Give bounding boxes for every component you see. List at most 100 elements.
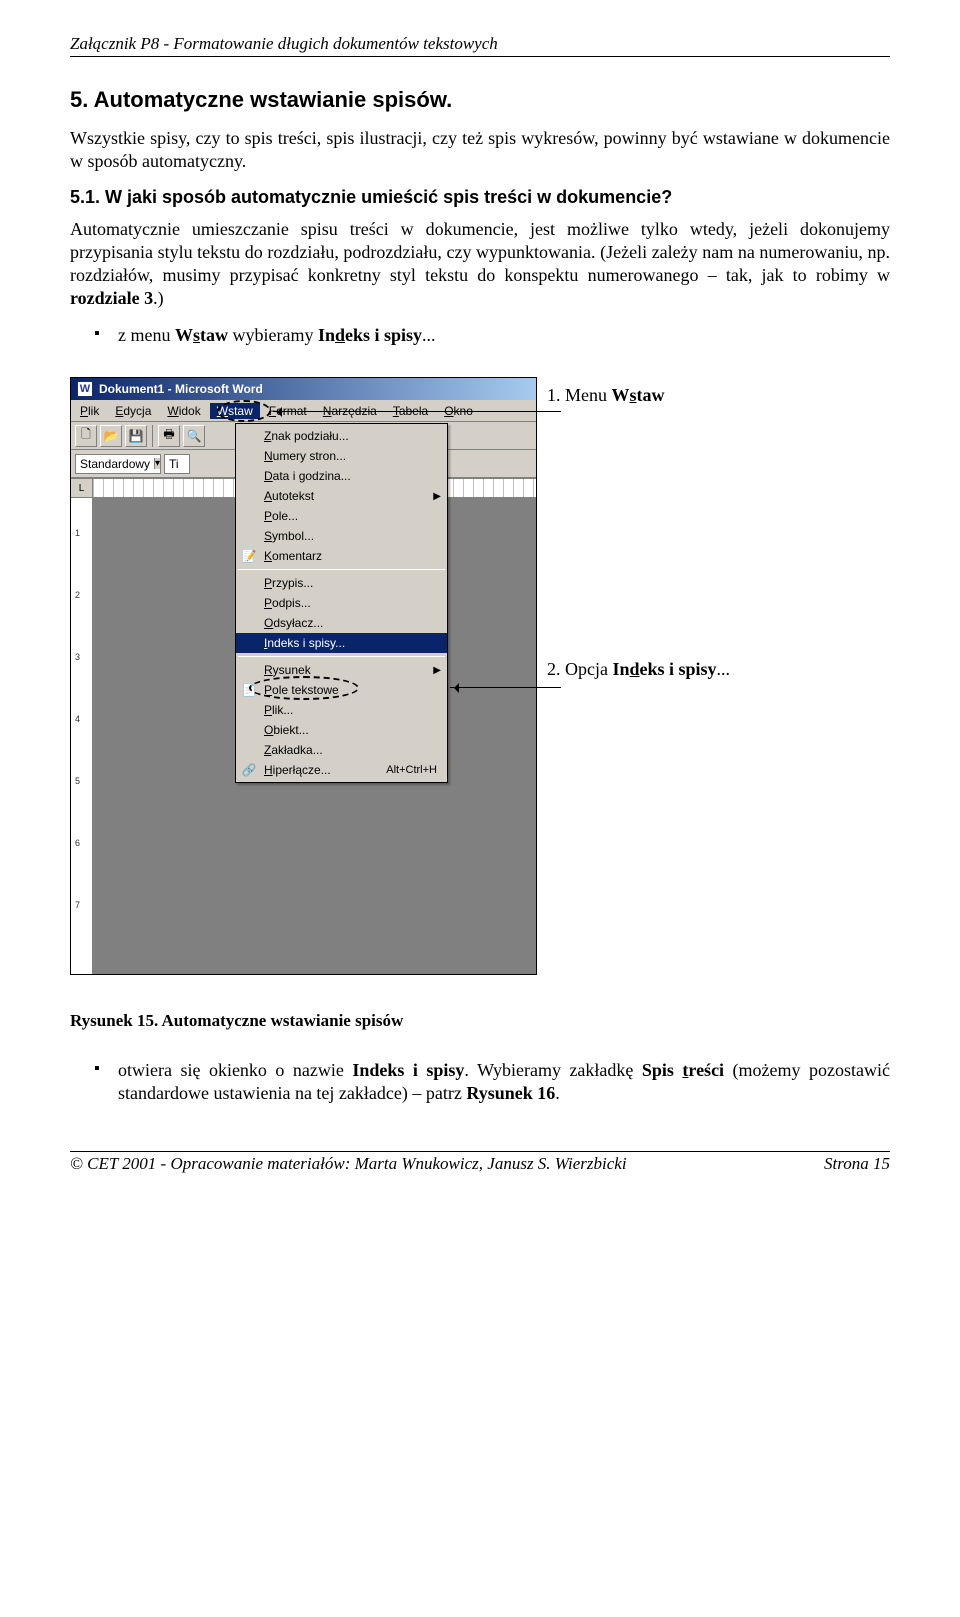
text: Automatycznie umieszczanie spisu treści … xyxy=(70,219,890,285)
menu-item-icon: 📝 xyxy=(240,548,258,564)
menu-item[interactable]: Zakładka... xyxy=(236,740,447,760)
text: reści xyxy=(688,1060,724,1080)
footer-right: Strona 15 xyxy=(824,1154,890,1174)
menu-item[interactable]: Autotekst▶ xyxy=(236,486,447,506)
menu-item-icon xyxy=(240,428,258,444)
combo-value: Standardowy xyxy=(80,457,150,471)
new-icon[interactable]: 🗋 xyxy=(75,425,97,447)
menu-item[interactable]: Plik... xyxy=(236,700,447,720)
ruler-number: 2 xyxy=(75,590,80,600)
menu-item[interactable]: Indeks i spisy... xyxy=(236,633,447,653)
menu-item-label: Odsyłacz... xyxy=(264,616,323,630)
menu-item-icon xyxy=(240,702,258,718)
text: W xyxy=(175,325,193,345)
menu-item[interactable]: 🔗 Hiperłącze... Alt+Ctrl+H xyxy=(236,760,447,780)
menu-item-plik[interactable]: Plik xyxy=(73,403,106,419)
menu-item-label: Rysunek xyxy=(264,663,311,677)
menu-item[interactable]: 📝 Komentarz xyxy=(236,546,447,566)
save-icon[interactable]: 💾 xyxy=(125,425,147,447)
menu-item-icon xyxy=(240,722,258,738)
menu-item[interactable]: Numery stron... xyxy=(236,446,447,466)
menu-item-label: Podpis... xyxy=(264,596,311,610)
menu-item[interactable]: Przypis... xyxy=(236,573,447,593)
text: otwiera się okienko o nazwie xyxy=(118,1060,352,1080)
text: 2. Opcja xyxy=(547,659,612,679)
text: d xyxy=(630,659,640,679)
annotation-label-1: 1. Menu Wstaw xyxy=(547,385,890,407)
titlebar: W Dokument1 - Microsoft Word xyxy=(71,378,536,400)
ruler-number: 7 xyxy=(75,900,80,910)
menu-item[interactable]: Symbol... xyxy=(236,526,447,546)
menu-item[interactable]: Znak podziału... xyxy=(236,426,447,446)
menu-item-label: Komentarz xyxy=(264,549,322,563)
text: eks i spisy xyxy=(640,659,717,679)
menu-separator xyxy=(238,656,445,657)
text: s xyxy=(193,325,200,345)
menu-item-label: Symbol... xyxy=(264,529,314,543)
text-bold: Indeks i spisy xyxy=(352,1060,464,1080)
text: Spis xyxy=(642,1060,683,1080)
menu-item-widok[interactable]: Widok xyxy=(160,403,207,419)
text: W xyxy=(612,385,630,405)
menu-item-label: Autotekst xyxy=(264,489,314,503)
menu-item-label: Obiekt... xyxy=(264,723,309,737)
menu-item-icon xyxy=(240,468,258,484)
menu-item-icon xyxy=(240,488,258,504)
heading-2: 5.1. W jaki sposób automatycznie umieści… xyxy=(70,187,890,208)
menu-item-label: Plik... xyxy=(264,703,293,717)
menu-item-label: Data i godzina... xyxy=(264,469,351,483)
insert-menu-dropdown: Znak podziału...Numery stron... Data i go… xyxy=(235,423,448,783)
menu-item[interactable]: 📄 Pole tekstowe xyxy=(236,680,447,700)
menu-item-icon xyxy=(240,635,258,651)
menu-item-wstaw[interactable]: Wstaw xyxy=(210,403,260,419)
bullet-item: otwiera się okienko o nazwie Indeks i sp… xyxy=(70,1059,890,1105)
menu-item-label: Hiperłącze... xyxy=(264,763,331,777)
figure-caption: Rysunek 15. Automatyczne wstawianie spis… xyxy=(70,1011,890,1031)
annotation-label-2: 2. Opcja Indeks i spisy... xyxy=(547,659,890,681)
text: d xyxy=(335,325,345,345)
chevron-down-icon: ▾ xyxy=(154,458,160,469)
text: 1. Menu xyxy=(547,385,612,405)
paragraph-body: Automatycznie umieszczanie spisu treści … xyxy=(70,218,890,310)
separator xyxy=(152,425,153,447)
text: z menu xyxy=(118,325,175,345)
bullet-item: z menu Wstaw wybieramy Indeks i spisy... xyxy=(70,324,890,347)
menu-item[interactable]: Pole... xyxy=(236,506,447,526)
menu-item-icon xyxy=(240,595,258,611)
open-icon[interactable]: 📂 xyxy=(100,425,122,447)
menu-item-label: Pole tekstowe xyxy=(264,683,339,697)
menu-item[interactable]: Podpis... xyxy=(236,593,447,613)
menu-item-label: Zakładka... xyxy=(264,743,323,757)
text: ... xyxy=(422,325,436,345)
menu-item-icon xyxy=(240,742,258,758)
menu-item-shortcut: Alt+Ctrl+H xyxy=(386,764,437,776)
menu-item[interactable]: Obiekt... xyxy=(236,720,447,740)
text: . xyxy=(555,1083,560,1103)
menu-item-label: Pole... xyxy=(264,509,298,523)
menu-item-icon xyxy=(240,662,258,678)
menu-item-icon: 🔗 xyxy=(240,762,258,778)
combo-value: Ti xyxy=(169,457,179,471)
ruler-number: 4 xyxy=(75,714,80,724)
menu-item-edycja[interactable]: Edycja xyxy=(108,403,158,419)
style-combo[interactable]: Standardowy ▾ xyxy=(75,454,161,474)
menu-item[interactable]: Data i godzina... xyxy=(236,466,447,486)
footer-left: © CET 2001 - Opracowanie materiałów: Mar… xyxy=(70,1154,627,1174)
menu-separator xyxy=(238,569,445,570)
ruler-number: 5 xyxy=(75,776,80,786)
text: eks i spisy xyxy=(345,325,422,345)
menu-item[interactable]: Odsyłacz... xyxy=(236,613,447,633)
tab-selector[interactable]: L xyxy=(71,479,93,497)
text: In xyxy=(318,325,335,345)
text: ... xyxy=(717,659,731,679)
menu-item[interactable]: Rysunek▶ xyxy=(236,660,447,680)
text-bold: Rysunek 16 xyxy=(466,1083,555,1103)
window-title: Dokument1 - Microsoft Word xyxy=(99,382,263,396)
print-icon[interactable]: 🖶 xyxy=(158,425,180,447)
menu-item-icon: 📄 xyxy=(240,682,258,698)
ruler-number: 3 xyxy=(75,652,80,662)
preview-icon[interactable]: 🔍 xyxy=(183,425,205,447)
text: In xyxy=(612,659,629,679)
text: . Wybieramy zakładkę xyxy=(464,1060,641,1080)
font-combo[interactable]: Ti xyxy=(164,454,190,474)
